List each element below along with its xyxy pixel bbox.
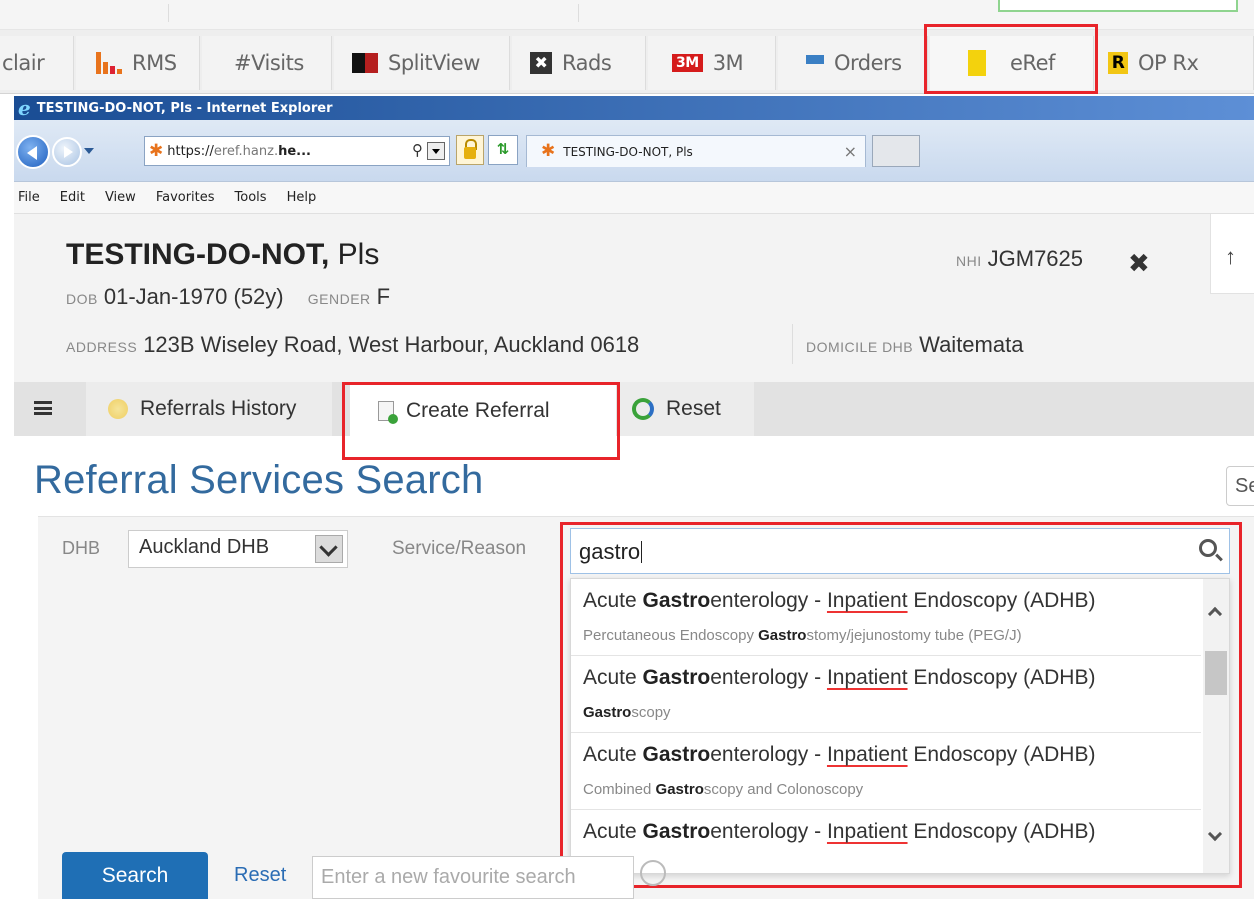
- gender-label: GENDER: [307, 291, 371, 307]
- close-patient-icon[interactable]: ✖: [1128, 248, 1150, 279]
- domicile-label: DOMICILE DHB: [806, 339, 914, 355]
- tab-referrals-history[interactable]: Referrals History: [86, 382, 332, 436]
- launcher-tab-label: #Visits: [234, 51, 304, 75]
- arrow-up-icon: ↑: [1225, 244, 1236, 269]
- 3m-logo-icon: 3M: [672, 54, 703, 72]
- window-title: TESTING-DO-NOT, Pls - Internet Explorer: [36, 100, 333, 116]
- service-reason-label: Service/Reason: [392, 538, 527, 559]
- reset-link[interactable]: Reset: [234, 864, 286, 887]
- highlight-eref-tab: [924, 24, 1098, 94]
- history-dropdown-icon[interactable]: [84, 148, 94, 154]
- hamburger-menu-icon[interactable]: [34, 398, 52, 418]
- tab-label: Reset: [666, 397, 721, 420]
- patient-nhi: NHI JGM7625: [956, 246, 1083, 272]
- bar-chart-icon: [96, 52, 122, 74]
- address-value: 123B Wiseley Road, West Harbour, Aucklan…: [143, 332, 640, 357]
- search-icon[interactable]: ⚲: [412, 141, 423, 159]
- launcher-tab-clair[interactable]: clair: [0, 36, 74, 90]
- launcher-tab-label: SplitView: [388, 51, 480, 75]
- nhi-label: NHI: [956, 253, 982, 269]
- launcher-tab-op-rx[interactable]: R OP Rx: [1096, 36, 1254, 90]
- ie-title-bar: e TESTING-DO-NOT, Pls - Internet Explore…: [14, 96, 1254, 120]
- lock-icon[interactable]: [456, 135, 484, 165]
- dhb-label: DHB: [62, 538, 101, 558]
- search-button[interactable]: Search: [62, 852, 208, 899]
- highlight-service-search: [560, 522, 1242, 888]
- side-panel-toggle[interactable]: ↑: [1210, 214, 1254, 294]
- domicile-value: Waitemata: [919, 332, 1024, 357]
- module-tabs: Referrals History Create Referral Reset: [14, 382, 1254, 440]
- menu-file[interactable]: File: [18, 190, 40, 205]
- new-tab-button[interactable]: [872, 135, 920, 167]
- patient-domicile: DOMICILE DHB Waitemata: [806, 332, 1023, 358]
- site-favicon-icon: ✱: [541, 141, 556, 161]
- site-favicon-icon: ✱: [149, 140, 164, 161]
- add-favourite-icon[interactable]: [640, 860, 666, 886]
- highlight-create-referral: [342, 382, 620, 460]
- active-app-indicator: [998, 0, 1238, 12]
- strip-divider: [168, 4, 169, 22]
- patient-given-name: Pls: [337, 238, 380, 271]
- menu-view[interactable]: View: [105, 190, 136, 205]
- dhb-selected-value: Auckland DHB: [139, 536, 270, 558]
- menu-tools[interactable]: Tools: [235, 190, 267, 205]
- launcher-tab-label: RMS: [132, 51, 177, 75]
- launcher-tab-visits[interactable]: #Visits: [202, 36, 332, 90]
- partial-right-button[interactable]: Se: [1226, 466, 1254, 506]
- patient-surname: TESTING-DO-NOT,: [66, 238, 330, 271]
- launcher-tab-label: 3M: [712, 51, 744, 75]
- launcher-tab-label: clair: [2, 51, 45, 75]
- url-host-bold: he...: [278, 143, 311, 159]
- address-bar[interactable]: ✱ https://eref.hanz. he... ⚲: [144, 136, 450, 166]
- rads-icon: ✖: [530, 52, 552, 74]
- tab-reset[interactable]: Reset: [618, 382, 754, 436]
- launcher-tab-rms[interactable]: RMS: [76, 36, 200, 90]
- patient-name: TESTING-DO-NOT, Pls: [66, 238, 379, 272]
- launcher-tab-splitview[interactable]: SplitView: [334, 36, 510, 90]
- recycle-icon: [632, 398, 654, 420]
- history-icon: [108, 399, 128, 419]
- forward-button[interactable]: [52, 137, 82, 167]
- launcher-tab-label: Rads: [562, 51, 612, 75]
- patient-address: ADDRESS 123B Wiseley Road, West Harbour, …: [66, 332, 639, 358]
- launcher-tab-3m[interactable]: 3M 3M: [648, 36, 776, 90]
- launcher-tab-orders[interactable]: Orders: [778, 36, 928, 90]
- ie-logo-icon: e: [18, 96, 31, 120]
- address-dropdown-button[interactable]: [427, 142, 445, 160]
- url-host: eref.hanz.: [213, 143, 279, 159]
- menu-help[interactable]: Help: [287, 190, 317, 205]
- patient-dob-gender: DOB 01-Jan-1970 (52y) GENDER F: [66, 284, 390, 310]
- back-button[interactable]: [16, 135, 50, 169]
- menu-bar: File Edit View Favorites Tools Help: [14, 182, 1254, 214]
- page-title: Referral Services Search: [34, 458, 484, 502]
- launcher-tab-rads[interactable]: ✖ Rads: [512, 36, 646, 90]
- ie-address-toolbar: ✱ https://eref.hanz. he... ⚲ ⇅ ✱ TESTING-…: [14, 120, 1254, 182]
- patient-banner: TESTING-DO-NOT, Pls DOB 01-Jan-1970 (52y)…: [14, 214, 1254, 382]
- url-scheme: https://: [167, 143, 214, 159]
- list-icon: [806, 55, 824, 71]
- menu-edit[interactable]: Edit: [60, 190, 85, 205]
- r-badge-icon: R: [1108, 52, 1128, 74]
- strip-divider: [578, 4, 579, 22]
- banner-divider: [792, 324, 793, 364]
- address-label: ADDRESS: [66, 339, 138, 355]
- launcher-tab-label: OP Rx: [1138, 51, 1199, 75]
- favourite-search-input[interactable]: Enter a new favourite search: [312, 856, 634, 899]
- tab-label: Referrals History: [140, 397, 297, 420]
- dob-label: DOB: [66, 291, 98, 307]
- compat-refresh-button[interactable]: ⇅: [488, 135, 518, 165]
- chevron-down-icon[interactable]: [315, 535, 343, 563]
- dhb-select[interactable]: Auckland DHB: [128, 530, 348, 568]
- dob-value: 01-Jan-1970 (52y): [103, 284, 284, 309]
- gender-value: F: [376, 284, 391, 309]
- browser-tab-title: TESTING-DO-NOT, Pls: [563, 144, 693, 159]
- close-tab-icon[interactable]: ×: [844, 142, 857, 161]
- splitview-icon: [352, 53, 378, 73]
- nhi-value: JGM7625: [987, 246, 1084, 271]
- menu-favorites[interactable]: Favorites: [156, 190, 215, 205]
- browser-tab[interactable]: ✱ TESTING-DO-NOT, Pls ×: [526, 135, 866, 167]
- launcher-tab-label: Orders: [834, 51, 902, 75]
